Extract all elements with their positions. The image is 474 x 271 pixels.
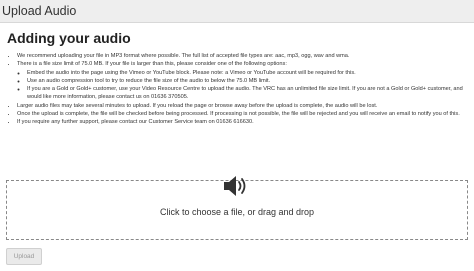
info-item-upload-time: Larger audio files may take several minu…: [17, 102, 467, 110]
info-item-size-limit-text: There is a file size limit of 75.0 MB. I…: [17, 61, 287, 68]
info-item-size-limit: There is a file size limit of 75.0 MB. I…: [17, 60, 467, 101]
dropzone-label[interactable]: Click to choose a file, or drag and drop: [6, 207, 468, 217]
info-item-support: If you require any further support, plea…: [17, 118, 467, 126]
upload-button[interactable]: Upload: [6, 248, 42, 265]
info-item-processing: Once the upload is complete, the file wi…: [17, 110, 467, 118]
info-list: We recommend uploading your file in MP3 …: [7, 52, 467, 127]
speaker-icon: [224, 176, 246, 196]
window-title: Upload Audio: [2, 4, 77, 18]
options-list: Embed the audio into the page using the …: [17, 69, 467, 102]
window-title-bar: Upload Audio: [0, 0, 474, 23]
option-vrc: If you are a Gold or Gold+ customer, use…: [27, 85, 467, 102]
page-heading: Adding your audio: [7, 30, 131, 46]
main-content: Adding your audio We recommend uploading…: [0, 23, 474, 127]
option-compress: Use an audio compression tool to try to …: [27, 77, 467, 85]
info-item-file-types: We recommend uploading your file in MP3 …: [17, 52, 467, 60]
option-embed: Embed the audio into the page using the …: [27, 69, 467, 77]
